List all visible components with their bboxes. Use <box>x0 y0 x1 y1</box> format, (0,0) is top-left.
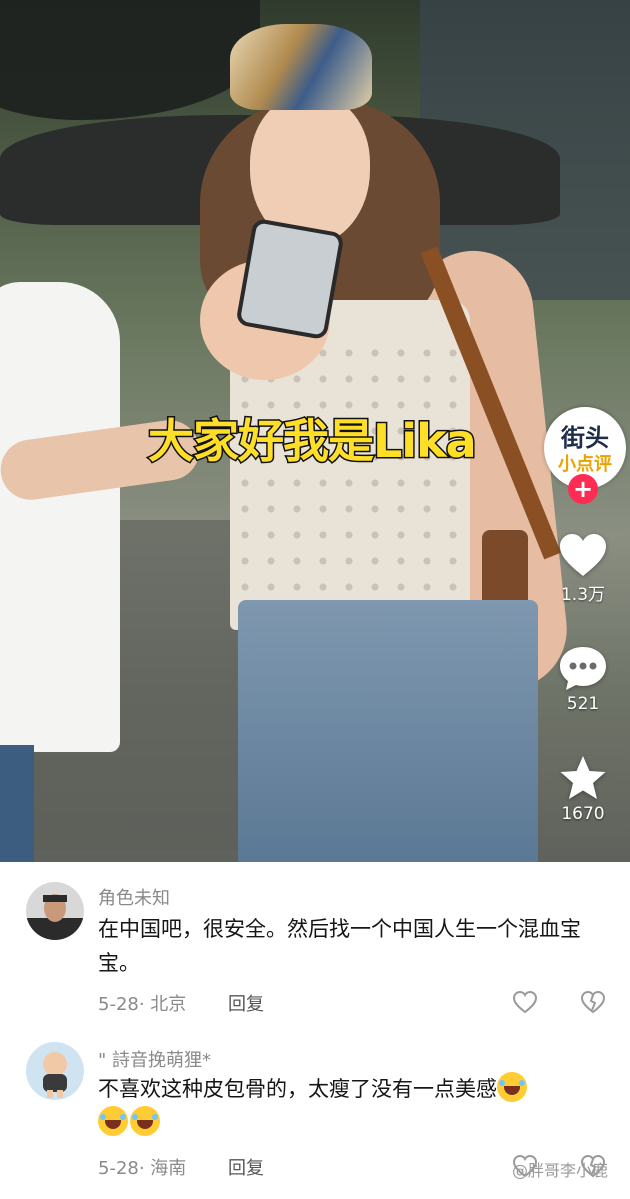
comment-date-location: 5-28· 北京 <box>98 994 187 1015</box>
comment-date-location: 5-28· 海南 <box>98 1158 187 1179</box>
favorites-count: 1670 <box>561 804 605 824</box>
woman-jeans <box>238 600 538 862</box>
comment-action[interactable]: 521 <box>548 644 618 714</box>
commenter-name[interactable]: 角色未知 <box>98 884 170 910</box>
channel-avatar-line2: 小点评 <box>558 454 612 475</box>
weibo-watermark: @胖哥李小鹿 <box>512 1161 609 1180</box>
comment-text: 不喜欢这种皮包骨的，太瘦了没有一点美感 <box>98 1072 593 1140</box>
crochet-pattern <box>232 340 468 620</box>
laughing-crying-emoji <box>98 1106 128 1136</box>
heart-icon <box>560 534 606 576</box>
likes-count: 1.3万 <box>560 585 606 605</box>
comment-text-body: 不喜欢这种皮包骨的，太瘦了没有一点美感 <box>98 1077 497 1101</box>
reply-button[interactable]: 回复 <box>228 990 264 1016</box>
comment-bubble-icon <box>560 647 606 690</box>
favorite-action[interactable]: 1670 <box>548 754 618 824</box>
laughing-crying-emoji <box>130 1106 160 1136</box>
dislike-outline-icon[interactable] <box>580 990 606 1014</box>
held-phone <box>235 217 345 341</box>
video-caption: 大家好我是Lika <box>147 413 479 470</box>
video-player[interactable]: 大家好我是Lika 街头 小点评 + 1.3万 521 1670 <box>0 0 630 862</box>
laughing-crying-emoji <box>497 1072 527 1102</box>
comment-item: 角色未知 在中国吧，很安全。然后找一个中国人生一个混血宝宝。 5-28· 北京 … <box>0 862 630 1027</box>
headscarf <box>230 24 372 110</box>
background-umbrella <box>0 0 260 120</box>
commenter-avatar[interactable] <box>26 882 84 940</box>
follow-button[interactable]: + <box>568 474 598 504</box>
comments-count: 521 <box>566 694 600 714</box>
commenter-name[interactable]: " 詩音挽萌狸* <box>98 1046 211 1072</box>
comment-text: 在中国吧，很安全。然后找一个中国人生一个混血宝宝。 <box>98 917 581 975</box>
like-outline-icon[interactable] <box>512 990 538 1014</box>
like-action[interactable]: 1.3万 <box>548 532 618 605</box>
star-icon <box>560 756 606 799</box>
bystander-shirt <box>0 282 120 752</box>
commenter-avatar[interactable] <box>26 1042 84 1100</box>
channel-avatar-line1: 街头 <box>561 424 609 452</box>
bystander-jeans <box>0 745 34 862</box>
reply-button[interactable]: 回复 <box>228 1154 264 1180</box>
